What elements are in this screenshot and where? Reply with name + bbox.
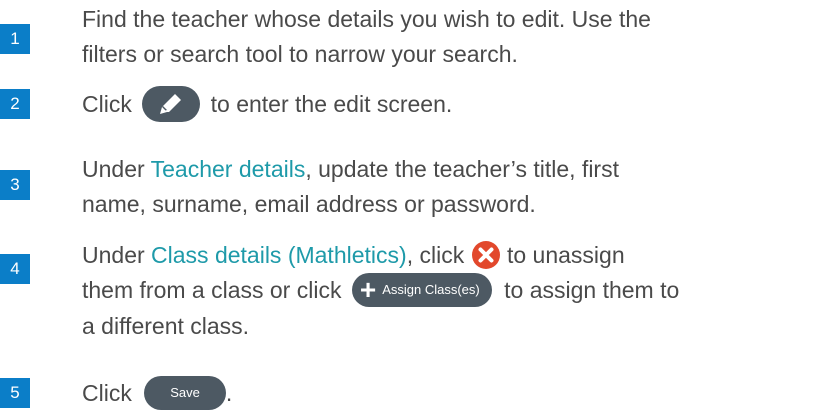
step-number: 4 bbox=[0, 254, 30, 284]
step-text-part: to assign them to bbox=[504, 277, 680, 303]
step-text-part: Under bbox=[82, 242, 152, 268]
plus-icon: + bbox=[359, 273, 377, 305]
step-text-line: a different class. bbox=[82, 312, 250, 339]
assign-classes-button[interactable]: + Assign Class(es) bbox=[351, 272, 492, 307]
step-text-part: , click bbox=[406, 242, 465, 268]
step-text-part: Under bbox=[82, 156, 151, 182]
step-text-part: Click bbox=[82, 91, 132, 117]
step-text-part: to enter the edit screen. bbox=[210, 91, 453, 117]
step-text-line: name, surname, email address or password… bbox=[82, 191, 536, 217]
step-text-line: Under Teacher details, update the teache… bbox=[82, 152, 834, 187]
step-text-line: filters or search tool to narrow your se… bbox=[82, 41, 518, 67]
step-text-part: Click bbox=[82, 380, 132, 406]
step-number: 1 bbox=[0, 24, 30, 54]
step-text-part: , update the teacher’s title, first bbox=[305, 156, 619, 182]
step-text: Click Save. bbox=[82, 375, 834, 411]
assign-classes-label: Assign Class(es) bbox=[382, 282, 480, 298]
pencil-icon bbox=[160, 93, 182, 114]
step-text-part: to unassign bbox=[506, 242, 625, 268]
step-number: 3 bbox=[0, 170, 30, 200]
step-text-line: Find the teacher whose details you wish … bbox=[82, 6, 651, 32]
step-text: Under Teacher details, update the teache… bbox=[82, 152, 834, 222]
step-text: Click to enter the edit screen. bbox=[82, 85, 834, 124]
step-text: Find the teacher whose details you wish … bbox=[82, 2, 834, 72]
step-number: 5 bbox=[0, 378, 30, 408]
step-text-line: them from a class or click + Assign Clas… bbox=[82, 272, 834, 309]
save-button[interactable]: Save bbox=[144, 375, 226, 410]
step-text-line: Under Class details (Mathletics), click … bbox=[82, 238, 834, 273]
step-text: Under Class details (Mathletics), click … bbox=[82, 238, 834, 344]
class-details-link: Class details (Mathletics) bbox=[151, 242, 407, 268]
step-text-part: them from a class or click bbox=[82, 277, 342, 303]
close-circle-icon[interactable] bbox=[471, 240, 501, 270]
edit-button[interactable] bbox=[142, 85, 201, 122]
step-text-part: . bbox=[225, 380, 233, 406]
step-number: 2 bbox=[0, 89, 30, 119]
teacher-details-link: Teacher details bbox=[150, 156, 306, 182]
